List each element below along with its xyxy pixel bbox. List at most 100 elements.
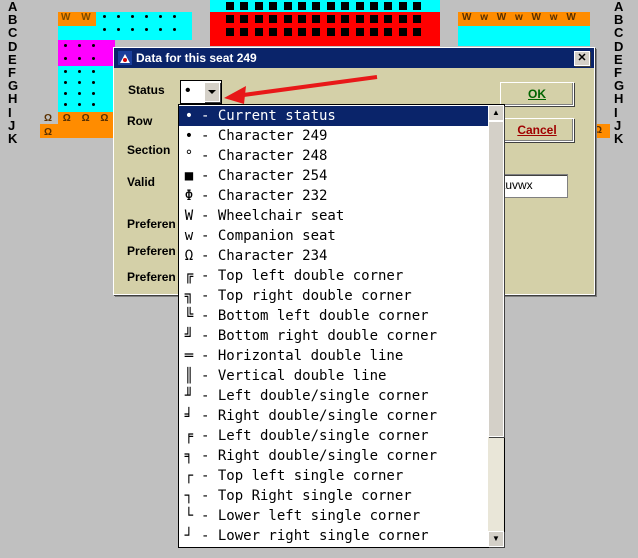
occupied-seat[interactable] [240,15,249,23]
dropdown-option[interactable]: W - Wheelchair seat [179,206,488,226]
available-seat[interactable] [173,28,176,31]
dropdown-option[interactable]: ┌ - Top left single corner [179,466,488,486]
cancel-button[interactable]: Cancel [500,118,574,142]
occupied-seat[interactable] [298,28,306,36]
available-seat[interactable] [117,15,120,18]
occupied-seat[interactable] [370,28,378,36]
occupied-seat[interactable] [240,2,249,10]
available-seat[interactable] [159,15,162,18]
occupied-seat[interactable] [341,28,350,36]
available-seat[interactable] [159,28,162,31]
ok-button[interactable]: OK [500,82,574,106]
occupied-seat[interactable] [269,15,278,23]
seat-block-left-cyan-c[interactable] [58,26,96,40]
dropdown-option[interactable]: ╛ - Right double/single corner [179,406,488,426]
status-combobox[interactable]: • [180,80,222,104]
occupied-seat[interactable] [384,15,393,23]
available-seat[interactable] [131,15,134,18]
dropdown-scrollbar[interactable]: ▲ ▼ [488,105,504,547]
available-seat[interactable] [117,28,120,31]
dropdown-option[interactable]: Ω - Character 234 [179,246,488,266]
occupied-seat[interactable] [355,2,364,10]
dropdown-option[interactable]: ╕ - Right double/single corner [179,446,488,466]
scroll-up-icon[interactable]: ▲ [488,105,504,121]
available-seat[interactable] [64,103,67,106]
available-seat[interactable] [64,44,67,47]
occupied-seat[interactable] [226,15,234,23]
available-seat[interactable] [145,15,148,18]
occupied-seat[interactable] [298,15,306,23]
available-seat[interactable] [78,81,81,84]
occupied-seat[interactable] [226,28,234,36]
occupied-seat[interactable] [226,2,234,10]
dialog-titlebar[interactable]: Data for this seat 249 ✕ [114,48,594,68]
available-seat[interactable] [64,81,67,84]
occupied-seat[interactable] [370,2,378,10]
occupied-seat[interactable] [341,2,350,10]
occupied-seat[interactable] [355,28,364,36]
available-seat[interactable] [92,103,95,106]
available-seat[interactable] [92,81,95,84]
occupied-seat[interactable] [341,15,350,23]
available-seat[interactable] [64,57,67,60]
dropdown-option[interactable]: ═ - Horizontal double line [179,346,488,366]
dropdown-option[interactable]: ╗ - Top right double corner [179,286,488,306]
occupied-seat[interactable] [269,2,278,10]
available-seat[interactable] [131,28,134,31]
chevron-down-icon[interactable] [204,82,220,102]
dropdown-option[interactable]: ■ - Character 254 [179,166,488,186]
seat-block-right-cyan[interactable] [458,26,590,46]
close-button[interactable]: ✕ [574,51,590,66]
occupied-seat[interactable] [312,15,321,23]
occupied-seat[interactable] [355,15,364,23]
occupied-seat[interactable] [254,15,263,23]
dropdown-option[interactable]: • - Character 249 [179,126,488,146]
available-seat[interactable] [78,103,81,106]
occupied-seat[interactable] [254,2,263,10]
dropdown-option[interactable]: ° - Character 248 [179,146,488,166]
dropdown-option[interactable]: • - Current status [179,106,488,126]
occupied-seat[interactable] [398,15,407,23]
available-seat[interactable] [92,70,95,73]
dropdown-option[interactable]: └ - Lower left single corner [179,506,488,526]
available-seat[interactable] [103,28,106,31]
occupied-seat[interactable] [384,28,393,36]
occupied-seat[interactable] [370,15,378,23]
occupied-seat[interactable] [283,15,292,23]
dropdown-option[interactable]: ╒ - Left double/single corner [179,426,488,446]
occupied-seat[interactable] [398,2,407,10]
occupied-seat[interactable] [384,2,393,10]
available-seat[interactable] [92,57,95,60]
occupied-seat[interactable] [283,2,292,10]
status-dropdown-list[interactable]: • - Current status • - Character 249 ° - Char… [178,104,505,548]
dropdown-option[interactable]: ╚ - Bottom left double corner [179,306,488,326]
available-seat[interactable] [78,92,81,95]
seat-block-left-cyan-top[interactable] [96,12,192,40]
occupied-seat[interactable] [413,28,422,36]
occupied-seat[interactable] [326,28,335,36]
occupied-seat[interactable] [326,2,335,10]
available-seat[interactable] [145,28,148,31]
dropdown-option[interactable]: w - Companion seat [179,226,488,246]
available-seat[interactable] [103,15,106,18]
dropdown-option[interactable]: ┘ - Lower right single corner [179,526,488,546]
dropdown-option[interactable]: ╜ - Left double/single corner [179,386,488,406]
occupied-seat[interactable] [413,2,422,10]
occupied-seat[interactable] [312,28,321,36]
occupied-seat[interactable] [269,28,278,36]
available-seat[interactable] [78,70,81,73]
dropdown-option[interactable]: ╔ - Top left double corner [179,266,488,286]
available-seat[interactable] [92,44,95,47]
scroll-down-icon[interactable]: ▼ [488,531,504,547]
occupied-seat[interactable] [326,15,335,23]
dropdown-option[interactable]: Φ - Character 232 [179,186,488,206]
dropdown-option[interactable]: ┐ - Top Right single corner [179,486,488,506]
scrollbar-thumb[interactable] [488,121,504,437]
available-seat[interactable] [64,70,67,73]
dropdown-option[interactable]: ║ - Vertical double line [179,366,488,386]
occupied-seat[interactable] [312,2,321,10]
occupied-seat[interactable] [398,28,407,36]
occupied-seat[interactable] [413,15,422,23]
available-seat[interactable] [78,57,81,60]
available-seat[interactable] [64,92,67,95]
